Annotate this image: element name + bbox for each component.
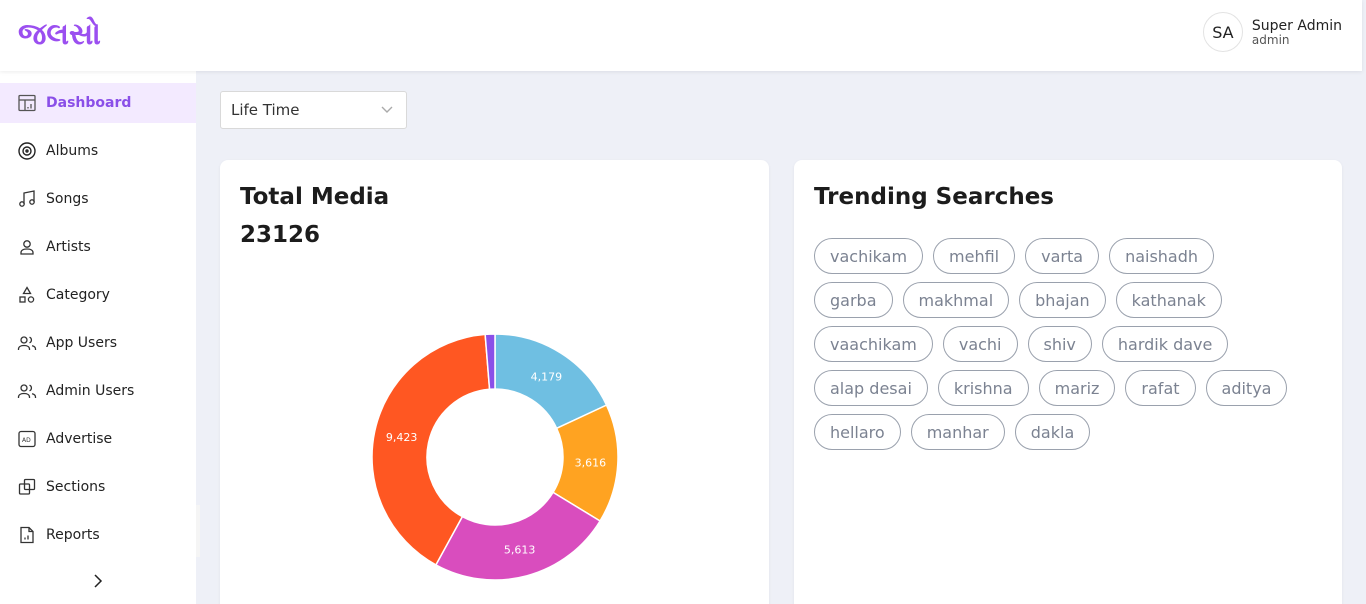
sidebar-item-albums[interactable]: Albums: [0, 131, 196, 171]
disc-icon: [17, 141, 37, 161]
chevron-right-icon: [94, 574, 103, 588]
sidebar-item-admin-users[interactable]: Admin Users: [0, 371, 196, 411]
svg-text:જલસો: જલસો: [18, 16, 101, 52]
users-icon: [17, 333, 37, 353]
tag-row: alap desai krishna mariz rafat aditya: [814, 370, 1324, 406]
sidebar-item-app-users[interactable]: App Users: [0, 323, 196, 363]
sidebar-item-category[interactable]: Category: [0, 275, 196, 315]
sidebar-item-label: Dashboard: [46, 95, 132, 111]
tag-row: vaachikam vachi shiv hardik dave: [814, 326, 1324, 362]
trending-tag[interactable]: makhmal: [902, 282, 1010, 318]
trending-tag[interactable]: mehfil: [933, 238, 1016, 274]
sidebar-item-label: Category: [46, 287, 110, 303]
trending-tag[interactable]: alap desai: [814, 370, 928, 406]
trending-tag[interactable]: dakla: [1014, 414, 1091, 450]
app-logo[interactable]: જલસો: [18, 10, 118, 54]
sidebar-item-advertise[interactable]: AD Advertise: [0, 419, 196, 459]
trending-tag[interactable]: hardik dave: [1101, 326, 1229, 362]
trending-tag[interactable]: kathanak: [1115, 282, 1222, 318]
tag-row: hellaro manhar dakla: [814, 414, 1324, 450]
sidebar-item-reports[interactable]: Reports: [0, 515, 196, 555]
trending-tag[interactable]: aditya: [1205, 370, 1288, 406]
shapes-icon: [17, 285, 37, 305]
trending-tag[interactable]: naishadh: [1109, 238, 1215, 274]
sidebar-item-label: Admin Users: [46, 383, 135, 399]
person-icon: [17, 237, 37, 257]
ad-icon: AD: [17, 429, 37, 449]
trending-tag[interactable]: varta: [1025, 238, 1100, 274]
dashboard-icon: [17, 93, 37, 113]
sidebar-item-label: Reports: [46, 527, 100, 543]
user-menu[interactable]: SA Super Admin admin: [1202, 12, 1342, 52]
media-donut-chart: 4,179 3,616 5,613 9,423: [371, 333, 619, 581]
sidebar-item-label: Songs: [46, 191, 89, 207]
report-icon: [17, 525, 37, 545]
trending-tag[interactable]: garba: [814, 282, 893, 318]
slice-value-label: 5,613: [504, 543, 536, 556]
top-bar: જલસો SA Super Admin admin: [0, 0, 1362, 71]
sidebar-scrollbar[interactable]: [196, 505, 200, 557]
sidebar-item-label: Advertise: [46, 431, 113, 447]
chevron-down-icon: [381, 106, 393, 113]
donut-slice[interactable]: [434, 491, 602, 581]
trending-tags: vachikam mehfil varta naishadh garba makhmal b…: [814, 238, 1324, 458]
user-name: Super Admin: [1251, 17, 1342, 34]
user-role: admin: [1251, 32, 1290, 47]
sidebar: Dashboard Albums Songs Artists Category …: [0, 71, 196, 604]
sidebar-collapse-button[interactable]: [88, 571, 108, 591]
sidebar-item-dashboard[interactable]: Dashboard: [0, 83, 196, 123]
trending-tag[interactable]: shiv: [1027, 326, 1092, 362]
svg-text:AD: AD: [22, 437, 31, 444]
sidebar-item-label: Sections: [46, 479, 106, 495]
sidebar-item-songs[interactable]: Songs: [0, 179, 196, 219]
trending-tag[interactable]: bhajan: [1019, 282, 1106, 318]
trending-tag[interactable]: rafat: [1125, 370, 1196, 406]
trending-tag[interactable]: manhar: [910, 414, 1005, 450]
tag-row: vachikam mehfil varta naishadh: [814, 238, 1324, 274]
sidebar-item-sections[interactable]: Sections: [0, 467, 196, 507]
trending-searches-title: Trending Searches: [814, 184, 1054, 210]
trending-searches-card: Trending Searches vachikam mehfil varta nai…: [794, 160, 1342, 604]
trending-tag[interactable]: vachikam: [814, 238, 924, 274]
trending-tag[interactable]: vachi: [942, 326, 1018, 362]
slice-value-label: 4,179: [531, 370, 563, 383]
trending-tag[interactable]: mariz: [1038, 370, 1116, 406]
trending-tag[interactable]: vaachikam: [814, 326, 933, 362]
slice-value-label: 3,616: [575, 456, 607, 469]
trending-tag[interactable]: krishna: [937, 370, 1029, 406]
time-range-select[interactable]: Life Time: [220, 91, 407, 129]
sidebar-item-label: App Users: [46, 335, 118, 351]
sidebar-item-artists[interactable]: Artists: [0, 227, 196, 267]
sidebar-item-label: Albums: [46, 143, 99, 159]
slice-value-label: 9,423: [386, 431, 418, 444]
trending-tag[interactable]: hellaro: [814, 414, 901, 450]
sections-icon: [17, 477, 37, 497]
music-note-icon: [17, 189, 37, 209]
total-media-card: Total Media 23126 4,179 3,616 5,613 9,423: [220, 160, 769, 604]
tag-row: garba makhmal bhajan kathanak: [814, 282, 1324, 318]
time-range-value: Life Time: [231, 101, 300, 119]
avatar[interactable]: SA: [1202, 12, 1243, 52]
admin-users-icon: [17, 381, 37, 401]
sidebar-item-label: Artists: [46, 239, 91, 255]
